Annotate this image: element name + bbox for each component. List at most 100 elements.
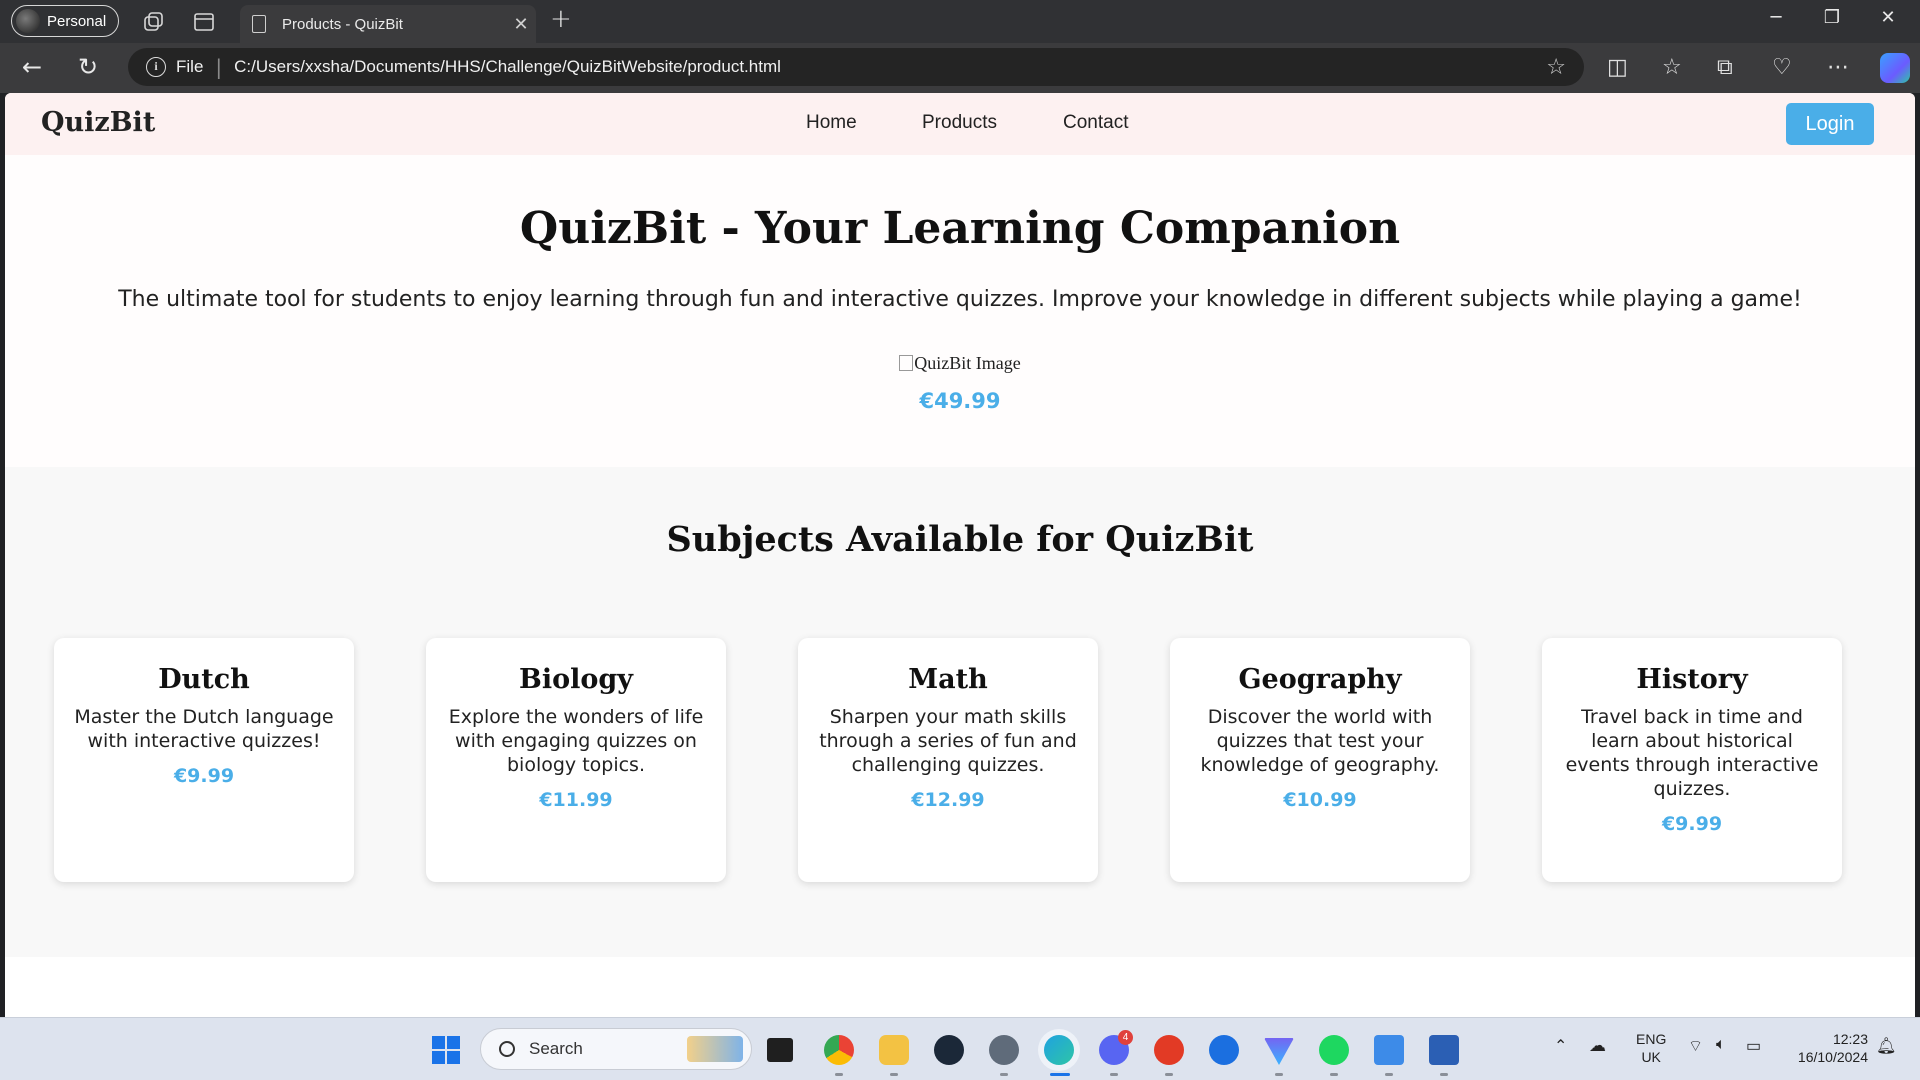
taskbar: Search 4 ⌃ ☁ ENG UK ⌔ 🔈︎ ▭ 12:23 16/10/2… bbox=[0, 1017, 1920, 1080]
active-indicator bbox=[1050, 1073, 1070, 1076]
task-view-icon[interactable] bbox=[767, 1038, 793, 1062]
language-code: ENG bbox=[1636, 1031, 1667, 1047]
notepad-icon[interactable] bbox=[1374, 1035, 1404, 1065]
file-explorer-icon[interactable] bbox=[879, 1035, 909, 1065]
running-indicator bbox=[1275, 1073, 1283, 1076]
running-indicator bbox=[1385, 1073, 1393, 1076]
chrome-icon[interactable] bbox=[824, 1035, 854, 1065]
onedrive-icon[interactable]: ☁ bbox=[1589, 1036, 1606, 1056]
subject-title: Biology bbox=[519, 664, 633, 695]
volume-icon[interactable]: 🔈︎ bbox=[1716, 1036, 1726, 1054]
product-image: QuizBit Image bbox=[5, 353, 1915, 374]
tab-title: Products - QuizBit bbox=[282, 15, 403, 33]
address-bar[interactable]: i File | C:/Users/xxsha/Documents/HHS/Ch… bbox=[128, 48, 1584, 86]
subject-price: €11.99 bbox=[539, 789, 613, 811]
document-icon bbox=[252, 15, 266, 33]
nav-products[interactable]: Products bbox=[922, 112, 997, 134]
subject-card-geography[interactable]: Geography Discover the world with quizze… bbox=[1170, 638, 1470, 882]
subject-title: Math bbox=[908, 664, 988, 695]
copilot-icon[interactable] bbox=[1880, 53, 1910, 83]
subject-title: Geography bbox=[1238, 664, 1402, 695]
address-toolbar: ← ↻ i File | C:/Users/xxsha/Documents/HH… bbox=[0, 43, 1920, 93]
subject-description: Sharpen your math skills through a serie… bbox=[819, 706, 1077, 776]
ea-app-icon[interactable] bbox=[1154, 1035, 1184, 1065]
hero-description: The ultimate tool for students to enjoy … bbox=[118, 287, 1802, 312]
login-button[interactable]: Login bbox=[1786, 103, 1874, 145]
subject-card-dutch[interactable]: Dutch Master the Dutch language with int… bbox=[54, 638, 354, 882]
favorites-icon[interactable]: ☆ bbox=[1662, 55, 1682, 80]
minimize-icon[interactable]: ─ bbox=[1748, 7, 1804, 28]
subject-price: €9.99 bbox=[1661, 813, 1723, 835]
subject-price: €10.99 bbox=[1283, 789, 1357, 811]
windows-start-icon[interactable] bbox=[432, 1036, 460, 1064]
notification-bell-icon[interactable]: 🔔︎ bbox=[1876, 1036, 1896, 1056]
clock-time: 12:23 bbox=[1832, 1031, 1868, 1047]
taskbar-search-label: Search bbox=[529, 1039, 583, 1058]
subject-price: €12.99 bbox=[911, 789, 985, 811]
site-logo[interactable]: QuizBit bbox=[41, 107, 155, 138]
clock-date: 16/10/2024 bbox=[1797, 1049, 1868, 1065]
nav-contact[interactable]: Contact bbox=[1063, 112, 1128, 134]
subject-title: History bbox=[1636, 664, 1748, 695]
new-tab-icon[interactable]: + bbox=[550, 4, 572, 34]
profile-button[interactable]: Personal bbox=[11, 5, 119, 37]
favorite-star-icon[interactable]: ☆ bbox=[1546, 55, 1566, 80]
browser-tab-bar: Personal Products - QuizBit ✕ + ─ ❐ ✕ bbox=[0, 0, 1920, 43]
subject-card-math[interactable]: Math Sharpen your math skills through a … bbox=[798, 638, 1098, 882]
running-indicator bbox=[1165, 1073, 1173, 1076]
url-text[interactable]: C:/Users/xxsha/Documents/HHS/Challenge/Q… bbox=[234, 57, 1546, 77]
battlenet-icon[interactable] bbox=[1209, 1035, 1239, 1065]
show-hidden-icons-icon[interactable]: ⌃ bbox=[1554, 1036, 1567, 1056]
running-indicator bbox=[890, 1073, 898, 1076]
edge-icon[interactable] bbox=[1044, 1035, 1074, 1065]
subjects-heading: Subjects Available for QuizBit bbox=[666, 519, 1254, 560]
split-screen-icon[interactable]: ◫ bbox=[1607, 55, 1628, 80]
running-indicator bbox=[1440, 1073, 1448, 1076]
clock[interactable]: 12:23 16/10/2024 bbox=[1786, 1030, 1868, 1066]
close-tab-icon[interactable]: ✕ bbox=[506, 14, 536, 35]
back-icon[interactable]: ← bbox=[22, 53, 42, 81]
subject-description: Explore the wonders of life with engagin… bbox=[448, 706, 704, 776]
tab-products-quizbit[interactable]: Products - QuizBit ✕ bbox=[240, 5, 536, 43]
site-info-icon[interactable]: i bbox=[146, 57, 166, 77]
subject-card-biology[interactable]: Biology Explore the wonders of life with… bbox=[426, 638, 726, 882]
avatar bbox=[16, 9, 40, 33]
page-viewport: QuizBit Home Products Contact Login Quiz… bbox=[5, 93, 1915, 1017]
region-code: UK bbox=[1641, 1049, 1661, 1065]
spotify-icon[interactable] bbox=[1319, 1035, 1349, 1065]
search-highlight-icon bbox=[687, 1036, 743, 1062]
subject-description: Discover the world with quizzes that tes… bbox=[1200, 706, 1440, 776]
language-indicator[interactable]: ENG UK bbox=[1636, 1030, 1666, 1066]
settings-gear-icon[interactable] bbox=[989, 1035, 1019, 1065]
hero-section: QuizBit - Your Learning Companion The ul… bbox=[5, 155, 1915, 467]
discord-badge: 4 bbox=[1118, 1030, 1133, 1045]
nav-home[interactable]: Home bbox=[806, 112, 857, 134]
subject-price: €9.99 bbox=[173, 765, 235, 787]
hero-title: QuizBit - Your Learning Companion bbox=[519, 203, 1401, 254]
more-options-icon[interactable]: ⋯ bbox=[1827, 55, 1849, 80]
steam-icon[interactable] bbox=[934, 1035, 964, 1065]
search-icon bbox=[499, 1041, 515, 1057]
running-indicator bbox=[835, 1073, 843, 1076]
workspaces-icon[interactable] bbox=[140, 9, 166, 35]
refresh-icon[interactable]: ↻ bbox=[78, 53, 98, 81]
collections-icon[interactable]: ⧉ bbox=[1717, 55, 1733, 80]
address-scheme: File bbox=[176, 57, 204, 76]
subjects-section: Subjects Available for QuizBit Dutch Mas… bbox=[5, 467, 1915, 957]
product-image-alt: QuizBit Image bbox=[914, 353, 1021, 373]
proton-vpn-icon[interactable] bbox=[1264, 1038, 1294, 1065]
word-icon[interactable] bbox=[1429, 1035, 1459, 1065]
running-indicator bbox=[1110, 1073, 1118, 1076]
running-indicator bbox=[1000, 1073, 1008, 1076]
subject-description: Travel back in time and learn about hist… bbox=[1565, 706, 1819, 800]
product-price: €49.99 bbox=[919, 389, 1001, 413]
restore-icon[interactable]: ❐ bbox=[1804, 7, 1860, 28]
broken-image-icon bbox=[899, 355, 914, 371]
wifi-icon[interactable]: ⌔ bbox=[1688, 1036, 1703, 1056]
battery-icon[interactable]: ▭ bbox=[1746, 1036, 1761, 1056]
subject-card-history[interactable]: History Travel back in time and learn ab… bbox=[1542, 638, 1842, 882]
taskbar-search[interactable]: Search bbox=[480, 1028, 752, 1070]
tab-actions-icon[interactable] bbox=[191, 9, 217, 35]
close-window-icon[interactable]: ✕ bbox=[1860, 7, 1916, 28]
browser-essentials-icon[interactable]: ♡ bbox=[1772, 55, 1792, 80]
